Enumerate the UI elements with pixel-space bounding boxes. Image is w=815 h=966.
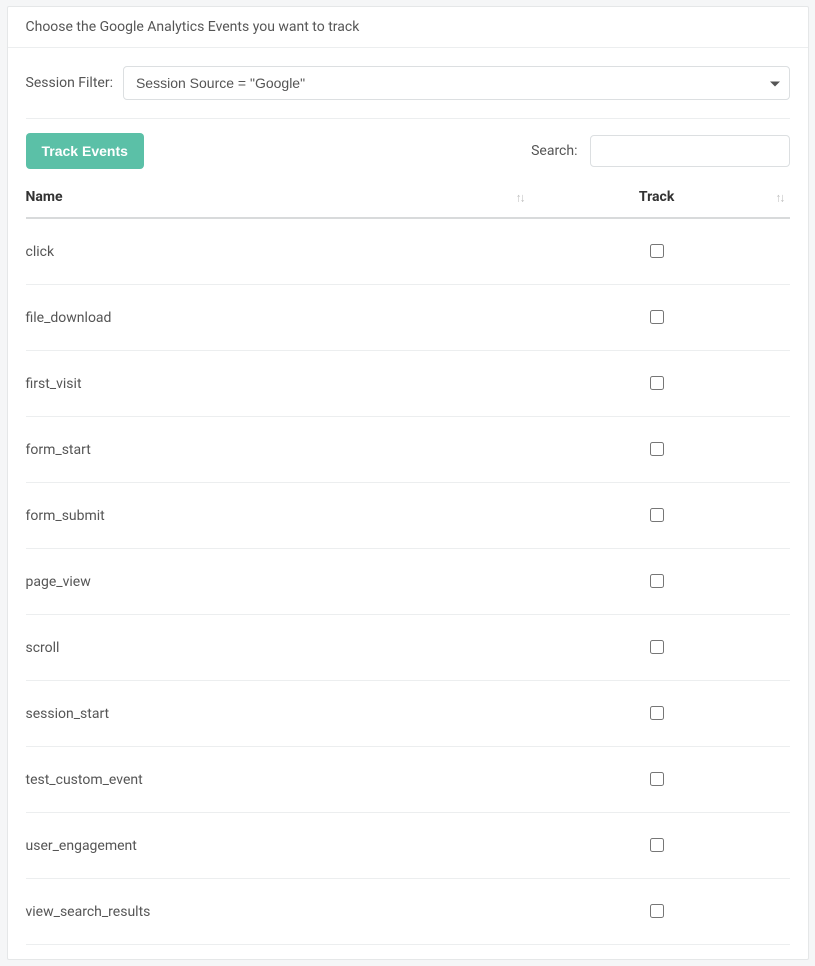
table-header-row: Name ↑↓ Track ↑↓: [26, 179, 790, 218]
event-name-cell: page_view: [26, 549, 530, 615]
table-row: scroll: [26, 615, 790, 681]
session-filter-select[interactable]: Session Source = "Google": [123, 66, 790, 100]
toolbar: Track Events Search:: [8, 119, 808, 179]
track-checkbox[interactable]: [650, 838, 664, 852]
table-row: view_search_results: [26, 879, 790, 945]
event-track-cell: [530, 813, 790, 879]
sort-icon: ↑↓: [776, 190, 784, 204]
track-checkbox[interactable]: [650, 508, 664, 522]
column-header-track-label: Track: [639, 189, 674, 205]
table-row: form_start: [26, 417, 790, 483]
event-name-cell: first_visit: [26, 351, 530, 417]
table-row: file_download: [26, 285, 790, 351]
table-row: click: [26, 218, 790, 285]
table-row: form_submit: [26, 483, 790, 549]
event-name-cell: user_engagement: [26, 813, 530, 879]
column-header-name[interactable]: Name ↑↓: [26, 179, 530, 218]
event-track-cell: [530, 747, 790, 813]
table-row: test_custom_event: [26, 747, 790, 813]
events-card: Choose the Google Analytics Events you w…: [7, 6, 809, 960]
column-header-track[interactable]: Track ↑↓: [530, 179, 790, 218]
track-checkbox[interactable]: [650, 376, 664, 390]
event-name-cell: test_custom_event: [26, 747, 530, 813]
event-name-cell: form_submit: [26, 483, 530, 549]
session-filter-row: Session Filter: Session Source = "Google…: [8, 48, 808, 112]
event-track-cell: [530, 681, 790, 747]
track-checkbox[interactable]: [650, 904, 664, 918]
event-track-cell: [530, 218, 790, 285]
search-label: Search:: [531, 143, 577, 159]
event-track-cell: [530, 417, 790, 483]
event-name-cell: scroll: [26, 615, 530, 681]
track-checkbox[interactable]: [650, 574, 664, 588]
event-track-cell: [530, 483, 790, 549]
card-title: Choose the Google Analytics Events you w…: [8, 7, 808, 48]
event-track-cell: [530, 615, 790, 681]
event-track-cell: [530, 549, 790, 615]
table-row: page_view: [26, 549, 790, 615]
track-checkbox[interactable]: [650, 772, 664, 786]
event-track-cell: [530, 351, 790, 417]
track-checkbox[interactable]: [650, 244, 664, 258]
track-checkbox[interactable]: [650, 442, 664, 456]
track-checkbox[interactable]: [650, 706, 664, 720]
event-name-cell: form_start: [26, 417, 530, 483]
session-filter-label: Session Filter:: [26, 75, 113, 91]
event-track-cell: [530, 879, 790, 945]
track-checkbox[interactable]: [650, 310, 664, 324]
search-input[interactable]: [590, 135, 790, 167]
event-name-cell: file_download: [26, 285, 530, 351]
session-filter-select-wrap: Session Source = "Google": [123, 66, 790, 100]
event-track-cell: [530, 285, 790, 351]
column-header-name-label: Name: [26, 189, 63, 205]
event-name-cell: view_search_results: [26, 879, 530, 945]
table-row: user_engagement: [26, 813, 790, 879]
table-row: session_start: [26, 681, 790, 747]
sort-icon: ↑↓: [516, 190, 524, 204]
event-name-cell: session_start: [26, 681, 530, 747]
track-checkbox[interactable]: [650, 640, 664, 654]
table-row: first_visit: [26, 351, 790, 417]
events-table: Name ↑↓ Track ↑↓ clickfile_downloadfirst…: [26, 179, 790, 945]
event-name-cell: click: [26, 218, 530, 285]
track-events-button[interactable]: Track Events: [26, 133, 144, 169]
